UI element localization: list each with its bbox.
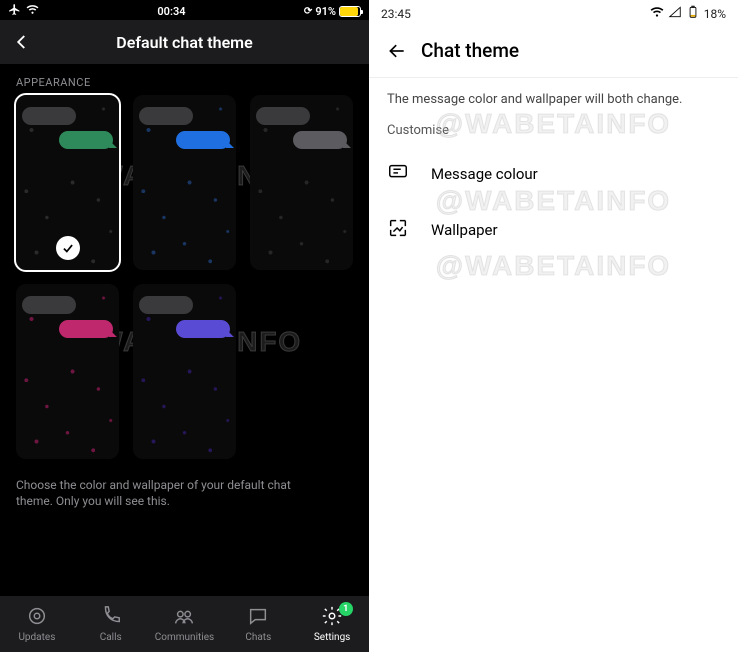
theme-grid: [16, 95, 353, 459]
tab-chats[interactable]: Chats: [221, 596, 295, 652]
incoming-bubble: [139, 107, 193, 125]
tab-updates[interactable]: Updates: [0, 596, 74, 652]
back-button[interactable]: [379, 33, 415, 69]
outgoing-bubble: [59, 131, 113, 149]
incoming-bubble: [22, 107, 76, 125]
wifi-icon: [650, 5, 664, 22]
theme-option-purple[interactable]: [133, 284, 236, 459]
tab-label: Updates: [18, 632, 55, 643]
wallpaper-label: Wallpaper: [431, 221, 498, 239]
status-bar: 23:45 18%: [369, 0, 738, 24]
status-time: 00:34: [39, 5, 304, 18]
airplane-icon: [8, 3, 21, 19]
page-title: Default chat theme: [0, 33, 369, 52]
message-colour-item[interactable]: Message colour: [387, 146, 720, 202]
tab-label: Chats: [245, 632, 271, 643]
battery-icon: [686, 5, 700, 22]
section-label-appearance: APPEARANCE: [16, 76, 353, 89]
tab-label: Calls: [100, 632, 122, 643]
status-battery-pct: 91%: [315, 5, 336, 18]
tab-settings[interactable]: Settings 1: [295, 596, 369, 652]
message-colour-label: Message colour: [431, 165, 538, 183]
tab-label: Settings: [314, 632, 351, 643]
outgoing-bubble: [59, 320, 113, 338]
message-colour-icon: [387, 161, 409, 187]
orientation-lock-icon: ⟳: [304, 6, 312, 17]
header: Chat theme: [369, 24, 738, 78]
calls-icon: [100, 605, 122, 630]
status-bar: 00:34 ⟳ 91%: [0, 0, 369, 20]
checkmark-icon: [56, 236, 80, 260]
page-title: Chat theme: [421, 39, 519, 62]
outgoing-bubble: [293, 131, 347, 149]
communities-icon: [173, 605, 195, 630]
outgoing-bubble: [176, 320, 230, 338]
incoming-bubble: [22, 296, 76, 314]
tab-communities[interactable]: Communities: [148, 596, 222, 652]
content: APPEARANCE Choose the color and wallpape…: [0, 64, 369, 596]
android-screen: @WABETAINFO @WABETAINFO @WABETAINFO 23:4…: [369, 0, 738, 652]
theme-option-green[interactable]: [16, 95, 119, 270]
tab-calls[interactable]: Calls: [74, 596, 148, 652]
signal-icon: [668, 5, 682, 22]
theme-option-gray[interactable]: [250, 95, 353, 270]
incoming-bubble: [256, 107, 310, 125]
tab-bar: Updates Calls Communities Chats Settings 1: [0, 596, 369, 652]
chats-icon: [247, 605, 269, 630]
tab-badge: 1: [339, 602, 353, 616]
updates-icon: [26, 605, 48, 630]
battery-icon: [339, 6, 361, 17]
status-battery-pct: 18%: [704, 7, 726, 21]
outgoing-bubble: [176, 131, 230, 149]
wallpaper-item[interactable]: Wallpaper: [387, 202, 720, 258]
theme-option-magenta[interactable]: [16, 284, 119, 459]
theme-option-blue[interactable]: [133, 95, 236, 270]
section-label-customise: Customise: [387, 123, 720, 138]
wifi-icon: [26, 3, 39, 19]
header: Default chat theme: [0, 20, 369, 64]
hint-text: Choose the color and wallpaper of your d…: [16, 477, 316, 509]
status-time: 23:45: [381, 7, 411, 21]
wallpaper-icon: [387, 217, 409, 243]
ios-screen: @WABETAINFO @WABETAINFO 00:34 ⟳ 91%: [0, 0, 369, 652]
back-button[interactable]: [0, 33, 44, 51]
tab-label: Communities: [155, 632, 214, 643]
description-text: The message color and wallpaper will bot…: [387, 92, 720, 107]
content: The message color and wallpaper will bot…: [369, 78, 738, 272]
incoming-bubble: [139, 296, 193, 314]
